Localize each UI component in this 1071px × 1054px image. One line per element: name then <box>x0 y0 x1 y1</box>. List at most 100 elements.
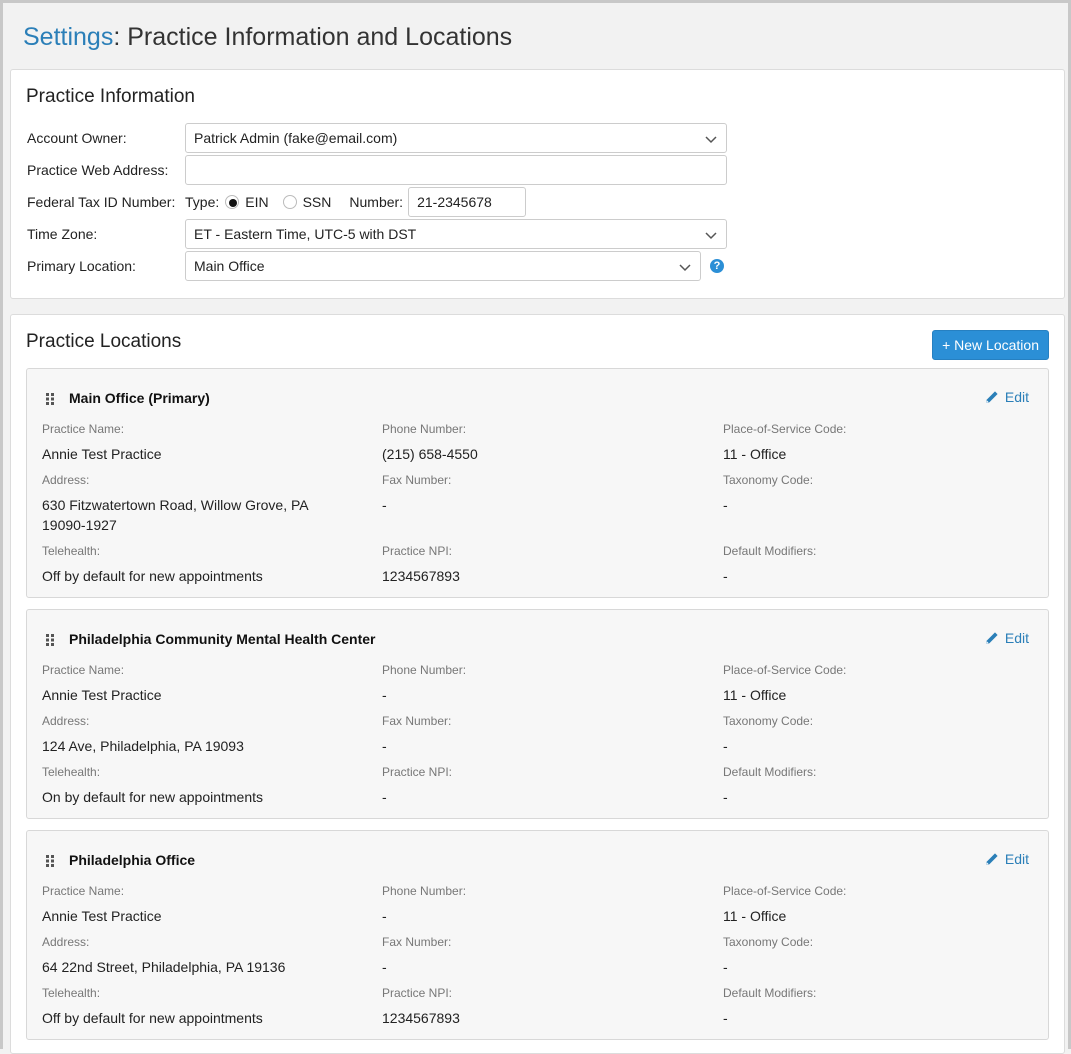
address-value: 64 22nd Street, Philadelphia, PA 19136 <box>42 959 286 975</box>
tax-id-label: Federal Tax ID Number: <box>27 194 176 210</box>
taxonomy-field: Taxonomy Code: - <box>723 935 1023 977</box>
location-card: Philadelphia Office Edit Practice Name: A… <box>26 830 1049 1040</box>
time-zone-label: Time Zone: <box>27 226 98 242</box>
pencil-icon <box>985 391 998 403</box>
primary-location-select[interactable]: Main Office <box>185 251 701 281</box>
field-label: Place-of-Service Code: <box>723 663 847 677</box>
ein-radio[interactable] <box>225 195 240 209</box>
field-label: Practice Name: <box>42 884 125 898</box>
location-card: Main Office (Primary) Edit Practice Name… <box>26 368 1049 598</box>
practice-locations-panel: Practice Locations + New Location Main O… <box>10 314 1065 1054</box>
taxonomy-field: Taxonomy Code: - <box>723 714 1023 756</box>
practice-name-field: Practice Name: Annie Test Practice <box>42 663 342 705</box>
location-card: Philadelphia Community Mental Health Cen… <box>26 609 1049 819</box>
npi-field: Practice NPI: 1234567893 <box>382 986 682 1028</box>
practice-name-value: Annie Test Practice <box>42 908 162 924</box>
web-address-label: Practice Web Address: <box>27 162 169 178</box>
practice-locations-heading: Practice Locations <box>26 331 182 352</box>
page-title: Settings: Practice Information and Locat… <box>23 23 512 52</box>
field-label: Default Modifiers: <box>723 544 817 558</box>
account-owner-row: Account Owner: Patrick Admin (fake@email… <box>27 123 727 153</box>
fax-field: Fax Number: - <box>382 935 682 977</box>
address-field: Address: 630 Fitzwatertown Road, Willow G… <box>42 473 342 535</box>
field-label: Practice Name: <box>42 422 125 436</box>
pos-code-value: 11 - Office <box>723 908 787 924</box>
location-name: Philadelphia Community Mental Health Cen… <box>69 631 376 647</box>
chevron-down-icon <box>705 232 717 240</box>
telehealth-field: Telehealth: On by default for new appoint… <box>42 765 342 807</box>
telehealth-value: On by default for new appointments <box>42 789 264 805</box>
web-address-input[interactable] <box>185 155 727 185</box>
taxonomy-value: - <box>723 738 728 754</box>
phone-value: - <box>382 687 387 703</box>
pencil-icon <box>985 853 998 865</box>
account-owner-select[interactable]: Patrick Admin (fake@email.com) <box>185 123 727 153</box>
question-circle-icon[interactable]: ? <box>710 259 724 273</box>
time-zone-select[interactable]: ET - Eastern Time, UTC-5 with DST <box>185 219 727 249</box>
primary-location-value: Main Office <box>194 258 265 274</box>
new-location-button[interactable]: + New Location <box>932 330 1049 360</box>
field-label: Telehealth: <box>42 765 101 779</box>
field-label: Fax Number: <box>382 714 452 728</box>
field-label: Phone Number: <box>382 884 467 898</box>
drag-handle-icon[interactable] <box>45 855 55 867</box>
field-label: Practice Name: <box>42 663 125 677</box>
address-value: 124 Ave, Philadelphia, PA 19093 <box>42 738 244 754</box>
address-field: Address: 64 22nd Street, Philadelphia, PA… <box>42 935 342 977</box>
ssn-radio[interactable] <box>282 195 297 209</box>
pos-code-value: 11 - Office <box>723 687 787 703</box>
web-address-row: Practice Web Address: <box>27 155 727 185</box>
account-owner-value: Patrick Admin (fake@email.com) <box>194 130 398 146</box>
edit-location-link[interactable]: Edit <box>984 389 1029 405</box>
ein-label[interactable]: EIN <box>245 194 268 210</box>
chevron-down-icon <box>705 136 717 144</box>
practice-name-field: Practice Name: Annie Test Practice <box>42 884 342 926</box>
phone-field: Phone Number: (215) 658-4550 <box>382 422 682 464</box>
edit-location-link[interactable]: Edit <box>984 630 1029 646</box>
pos-code-field: Place-of-Service Code: 11 - Office <box>723 663 1023 705</box>
modifiers-field: Default Modifiers: - <box>723 544 1023 586</box>
tax-type-label: Type: <box>185 194 220 210</box>
fax-value: - <box>382 738 387 754</box>
fax-field: Fax Number: - <box>382 714 682 756</box>
field-label: Telehealth: <box>42 986 101 1000</box>
field-label: Address: <box>42 935 90 949</box>
npi-value: 1234567893 <box>382 1010 460 1026</box>
npi-field: Practice NPI: 1234567893 <box>382 544 682 586</box>
address-field: Address: 124 Ave, Philadelphia, PA 19093 <box>42 714 342 756</box>
field-label: Phone Number: <box>382 422 467 436</box>
location-name: Main Office (Primary) <box>69 390 210 406</box>
settings-breadcrumb-link[interactable]: Settings <box>23 23 113 51</box>
fax-value: - <box>382 497 387 513</box>
telehealth-field: Telehealth: Off by default for new appoin… <box>42 986 342 1028</box>
phone-value: (215) 658-4550 <box>382 446 478 462</box>
field-label: Phone Number: <box>382 663 467 677</box>
pos-code-field: Place-of-Service Code: 11 - Office <box>723 884 1023 926</box>
practice-information-panel: Practice Information Account Owner: Patr… <box>10 69 1065 299</box>
ssn-label[interactable]: SSN <box>303 194 332 210</box>
practice-name-field: Practice Name: Annie Test Practice <box>42 422 342 464</box>
npi-value: 1234567893 <box>382 568 460 584</box>
taxonomy-value: - <box>723 959 728 975</box>
account-owner-label: Account Owner: <box>27 130 127 146</box>
edit-location-link[interactable]: Edit <box>984 851 1029 867</box>
fax-field: Fax Number: - <box>382 473 682 515</box>
practice-name-value: Annie Test Practice <box>42 687 162 703</box>
pos-code-value: 11 - Office <box>723 446 787 462</box>
modifiers-field: Default Modifiers: - <box>723 986 1023 1028</box>
chevron-down-icon <box>679 264 691 272</box>
tax-number-label: Number: <box>349 194 404 210</box>
tax-number-input[interactable]: 21-2345678 <box>408 187 527 217</box>
npi-value: - <box>382 789 387 805</box>
field-label: Taxonomy Code: <box>723 473 814 487</box>
telehealth-field: Telehealth: Off by default for new appoin… <box>42 544 342 586</box>
practice-name-value: Annie Test Practice <box>42 446 162 462</box>
field-label: Address: <box>42 714 90 728</box>
field-label: Taxonomy Code: <box>723 935 814 949</box>
fax-value: - <box>382 959 387 975</box>
field-label: Practice NPI: <box>382 544 453 558</box>
modifiers-field: Default Modifiers: - <box>723 765 1023 807</box>
primary-location-label: Primary Location: <box>27 258 136 274</box>
drag-handle-icon[interactable] <box>45 393 55 405</box>
drag-handle-icon[interactable] <box>45 634 55 646</box>
